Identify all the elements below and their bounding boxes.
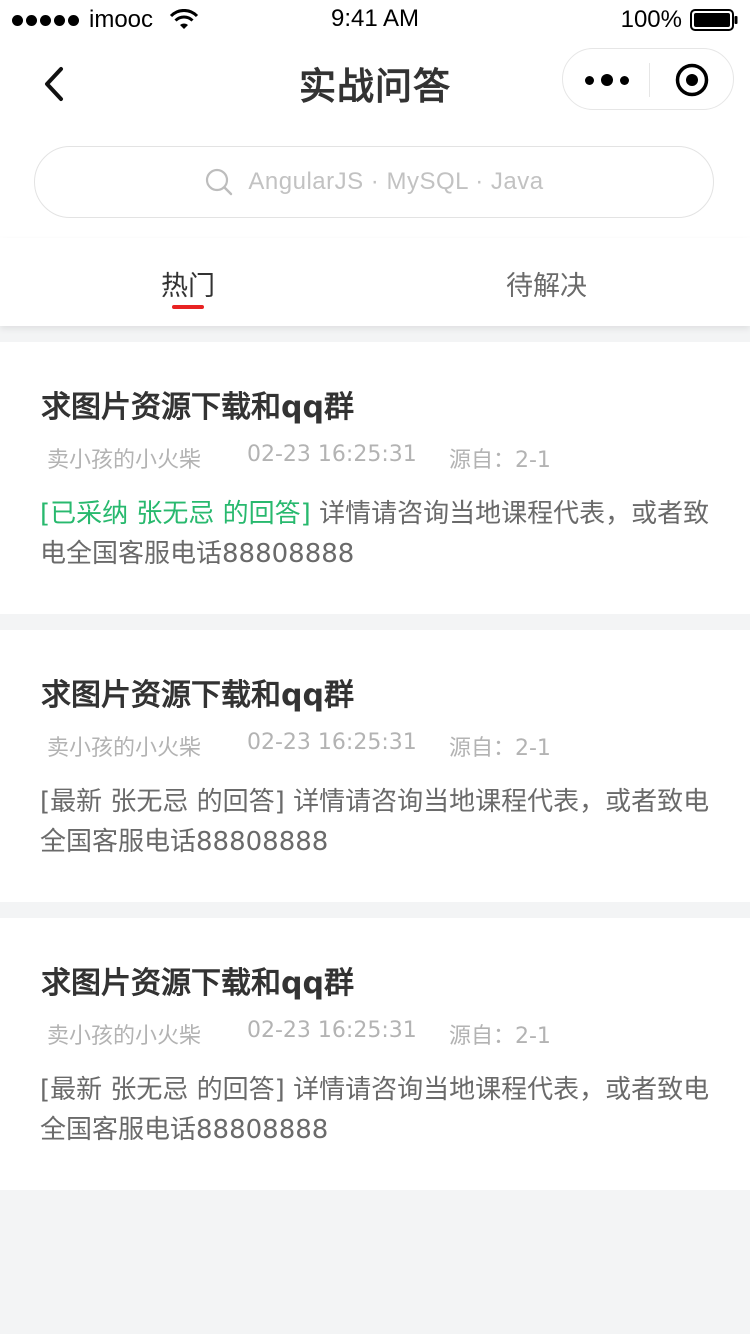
- question-title: 求图片资源下载和qq群: [41, 390, 354, 425]
- search-input[interactable]: AngularJS · MySQL · Java: [34, 146, 714, 218]
- active-tab-indicator: [172, 305, 204, 309]
- tab-unsolved[interactable]: 待解决: [506, 264, 587, 303]
- tab-bar: 热门 待解决: [0, 238, 750, 326]
- search-area: AngularJS · MySQL · Java: [0, 126, 750, 238]
- question-card[interactable]: 求图片资源下载和qq群 卖小孩的小火柴 02-23 16:25:31 源自：2-…: [0, 342, 750, 614]
- question-source: 源自：2-1: [449, 448, 551, 473]
- answer-preview: [已采纳 张无忌 的回答] 详情请咨询当地课程代表，或者致电全国客服电话8880…: [40, 494, 710, 574]
- question-author: 卖小孩的小火柴: [47, 1024, 202, 1049]
- search-icon: [206, 168, 233, 196]
- navigation-bar: 实战问答: [0, 40, 750, 126]
- question-time: 02-23 16:25:31: [247, 1018, 417, 1043]
- answer-preview: [最新 张无忌 的回答] 详情请咨询当地课程代表，或者致电全国客服电话88808…: [40, 1070, 710, 1150]
- more-button[interactable]: [585, 69, 629, 91]
- question-source: 源自：2-1: [449, 1024, 551, 1049]
- tab-hot[interactable]: 热门: [161, 264, 215, 303]
- question-author: 卖小孩的小火柴: [47, 448, 202, 473]
- search-placeholder: AngularJS · MySQL · Java: [248, 168, 544, 195]
- close-target-icon[interactable]: [675, 63, 709, 97]
- question-time: 02-23 16:25:31: [247, 442, 417, 467]
- answer-tag-latest: [最新 张无忌 的回答]: [40, 1075, 285, 1105]
- question-title: 求图片资源下载和qq群: [41, 966, 354, 1001]
- more-icon: [585, 75, 594, 85]
- answer-tag-latest: [最新 张无忌 的回答]: [40, 787, 285, 817]
- question-card[interactable]: 求图片资源下载和qq群 卖小孩的小火柴 02-23 16:25:31 源自：2-…: [0, 918, 750, 1190]
- answer-tag-accepted: [已采纳 张无忌 的回答]: [40, 499, 311, 529]
- mini-program-capsule: [562, 48, 734, 110]
- capsule-divider: [649, 63, 650, 97]
- question-source: 源自：2-1: [449, 736, 551, 761]
- answer-preview: [最新 张无忌 的回答] 详情请咨询当地课程代表，或者致电全国客服电话88808…: [40, 782, 710, 862]
- battery-percentage: 100%: [620, 6, 682, 33]
- question-card[interactable]: 求图片资源下载和qq群 卖小孩的小火柴 02-23 16:25:31 源自：2-…: [0, 630, 750, 902]
- question-author: 卖小孩的小火柴: [47, 736, 202, 761]
- question-time: 02-23 16:25:31: [247, 730, 417, 755]
- question-title: 求图片资源下载和qq群: [41, 678, 354, 713]
- battery-icon: [690, 9, 738, 31]
- status-bar: imooc 9:41 AM 100%: [0, 0, 750, 40]
- status-bar-right: 100%: [621, 6, 738, 34]
